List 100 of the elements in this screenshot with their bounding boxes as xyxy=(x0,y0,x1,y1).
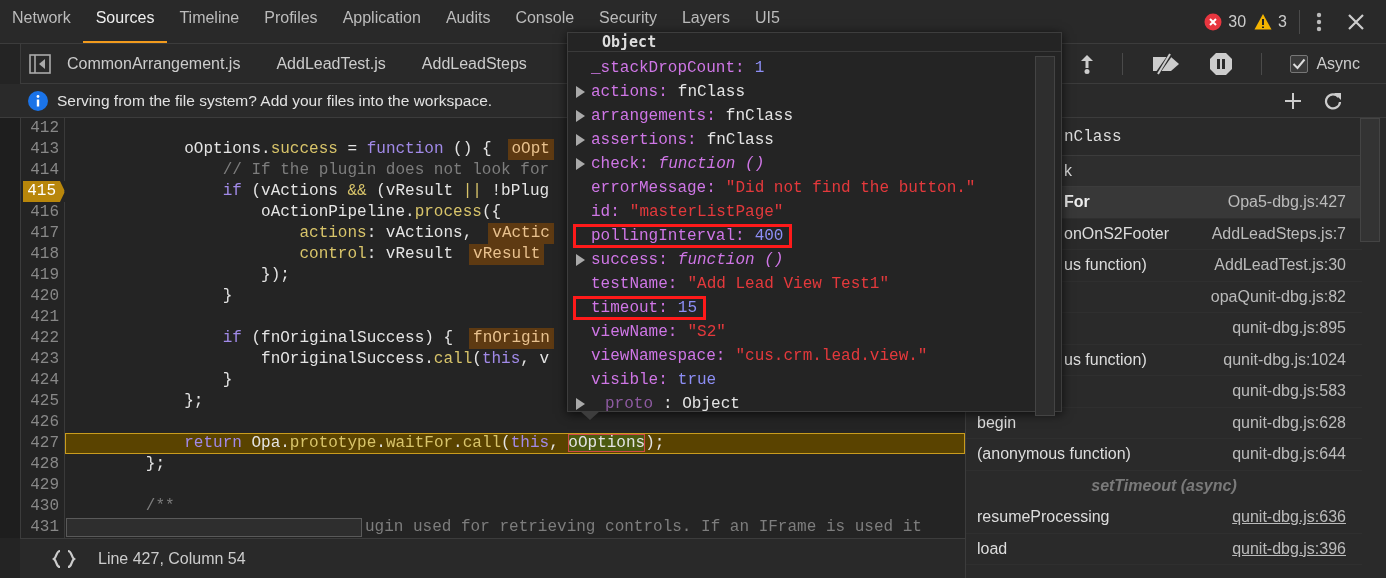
property-key: success: xyxy=(591,251,668,269)
section-header: k xyxy=(1064,162,1072,180)
error-count: 30 xyxy=(1228,12,1247,31)
line-number: 420 xyxy=(21,286,65,307)
property-value: fnClass xyxy=(725,107,794,125)
code-line: control: vResult xyxy=(298,244,454,265)
property-value: "Add Lead View Test1" xyxy=(687,275,890,293)
refresh-icon[interactable] xyxy=(1324,91,1342,110)
inline-value: vActic xyxy=(488,223,554,244)
code-line: }; xyxy=(144,454,165,475)
inline-value: fnOrigin xyxy=(469,328,554,349)
line-number: 425 xyxy=(21,391,65,412)
property-key: id: xyxy=(591,203,620,221)
property-value: : Object xyxy=(663,395,740,413)
file-tab[interactable]: CommonArrangement.js xyxy=(67,54,241,73)
async-label: Async xyxy=(1316,54,1360,73)
property-key: assertions: xyxy=(591,131,697,149)
horizontal-scrollbar[interactable] xyxy=(66,518,362,537)
step-out-icon[interactable] xyxy=(1080,53,1095,74)
pause-icon[interactable] xyxy=(1209,51,1234,76)
line-number: 423 xyxy=(21,349,65,370)
property-key: actions: xyxy=(591,83,668,101)
code-line: ugin used for retrieving controls. If an IFrame is used it xyxy=(365,517,922,538)
code-line: } xyxy=(221,286,233,307)
code-line: if (fnOriginalSuccess) { xyxy=(221,328,454,349)
line-number: 419 xyxy=(21,265,65,286)
sidebar-toggle-icon[interactable] xyxy=(29,53,51,74)
line-number: 421 xyxy=(21,307,65,328)
property-value: "cus.crm.lead.view." xyxy=(735,347,928,365)
close-icon[interactable] xyxy=(1348,13,1364,30)
warning-count: 3 xyxy=(1278,12,1287,31)
panel-tab[interactable]: Network xyxy=(0,0,84,43)
property-key: arrangements: xyxy=(591,107,716,125)
call-frame[interactable]: (anonymous function) qunit-dbg.js:644 xyxy=(966,439,1362,471)
more-menu-icon[interactable] xyxy=(1316,11,1322,32)
property-key: viewName: xyxy=(591,323,678,341)
code-line: } xyxy=(221,370,233,391)
add-icon[interactable] xyxy=(1284,91,1302,110)
file-tab[interactable]: AddLeadTest.js xyxy=(276,54,386,73)
property-value: "masterListPage" xyxy=(629,203,784,221)
error-icon xyxy=(1204,12,1223,31)
code-line: /** xyxy=(144,496,175,517)
warning-icon xyxy=(1254,13,1273,30)
pretty-print-icon[interactable] xyxy=(52,548,76,569)
line-number: 422 xyxy=(21,328,65,349)
line-number: 412 xyxy=(21,118,65,139)
watch-value: nClass xyxy=(1064,127,1122,146)
inline-value: vResult xyxy=(469,244,545,265)
panel-tab[interactable]: Profiles xyxy=(251,0,331,43)
line-number: 424 xyxy=(21,370,65,391)
line-number: 428 xyxy=(21,454,65,475)
property-value: function () xyxy=(658,155,765,173)
line-number: 417 xyxy=(21,223,65,244)
panel-tab[interactable]: Application xyxy=(330,0,434,43)
property-value: 15 xyxy=(677,299,697,317)
expand-arrow-icon[interactable] xyxy=(576,254,585,266)
property-value: 400 xyxy=(754,227,784,245)
file-tab[interactable]: AddLeadSteps xyxy=(421,54,527,73)
async-checkbox[interactable] xyxy=(1290,54,1309,73)
line-number: 418 xyxy=(21,244,65,265)
line-number: 413 xyxy=(21,139,65,160)
line-number: 430 xyxy=(21,496,65,517)
expand-arrow-icon[interactable] xyxy=(576,86,585,98)
property-key: timeout: xyxy=(591,299,668,317)
code-line: return Opa.prototype.waitFor.call(this, oOptions); xyxy=(183,433,665,454)
code-line: fnOriginalSuccess.call(this, v xyxy=(260,349,550,370)
expand-arrow-icon[interactable] xyxy=(576,398,585,410)
code-line: oActionPipeline.process({ xyxy=(260,202,502,223)
property-key: errorMessage: xyxy=(591,179,716,197)
property-key: testName: xyxy=(591,275,678,293)
cursor-position: Line 427, Column 54 xyxy=(98,549,246,568)
async-separator: setTimeout (async) xyxy=(1091,477,1237,496)
code-line: // If the plugin does not look for xyxy=(221,160,550,181)
property-value: fnClass xyxy=(677,83,746,101)
line-number: 429 xyxy=(21,475,65,496)
code-line: }; xyxy=(183,391,204,412)
expand-arrow-icon[interactable] xyxy=(576,134,585,146)
expand-arrow-icon[interactable] xyxy=(576,110,585,122)
panel-tab[interactable]: Audits xyxy=(433,0,503,43)
property-key: proto xyxy=(591,395,653,413)
call-frame[interactable]: load qunit-dbg.js:396 xyxy=(966,533,1362,565)
call-frame[interactable]: resumeProcessing qunit-dbg.js:636 xyxy=(966,502,1362,534)
property-key: pollingInterval: xyxy=(591,227,745,245)
popover-title: Object xyxy=(568,33,1061,52)
property-key: viewNamespace: xyxy=(591,347,726,365)
info-icon xyxy=(28,90,48,111)
inline-value: oOpt xyxy=(507,139,554,160)
panel-tab[interactable]: Timeline xyxy=(166,0,252,43)
property-value: function () xyxy=(677,251,784,269)
code-line: if (vActions && (vResult || !bPlug xyxy=(221,181,550,202)
vertical-scrollbar[interactable] xyxy=(1360,118,1380,242)
property-value: "S2" xyxy=(687,323,726,341)
line-number: 426 xyxy=(21,412,65,433)
code-line: actions: vActions, xyxy=(298,223,473,244)
line-number: 416 xyxy=(21,202,65,223)
scrollbar[interactable] xyxy=(1035,56,1055,416)
property-value: fnClass xyxy=(706,131,774,149)
expand-arrow-icon[interactable] xyxy=(576,158,585,170)
code-line: oOptions.success = function () { xyxy=(183,139,492,160)
info-message: Serving from the file system? Add your files into the workspace. xyxy=(57,91,493,110)
